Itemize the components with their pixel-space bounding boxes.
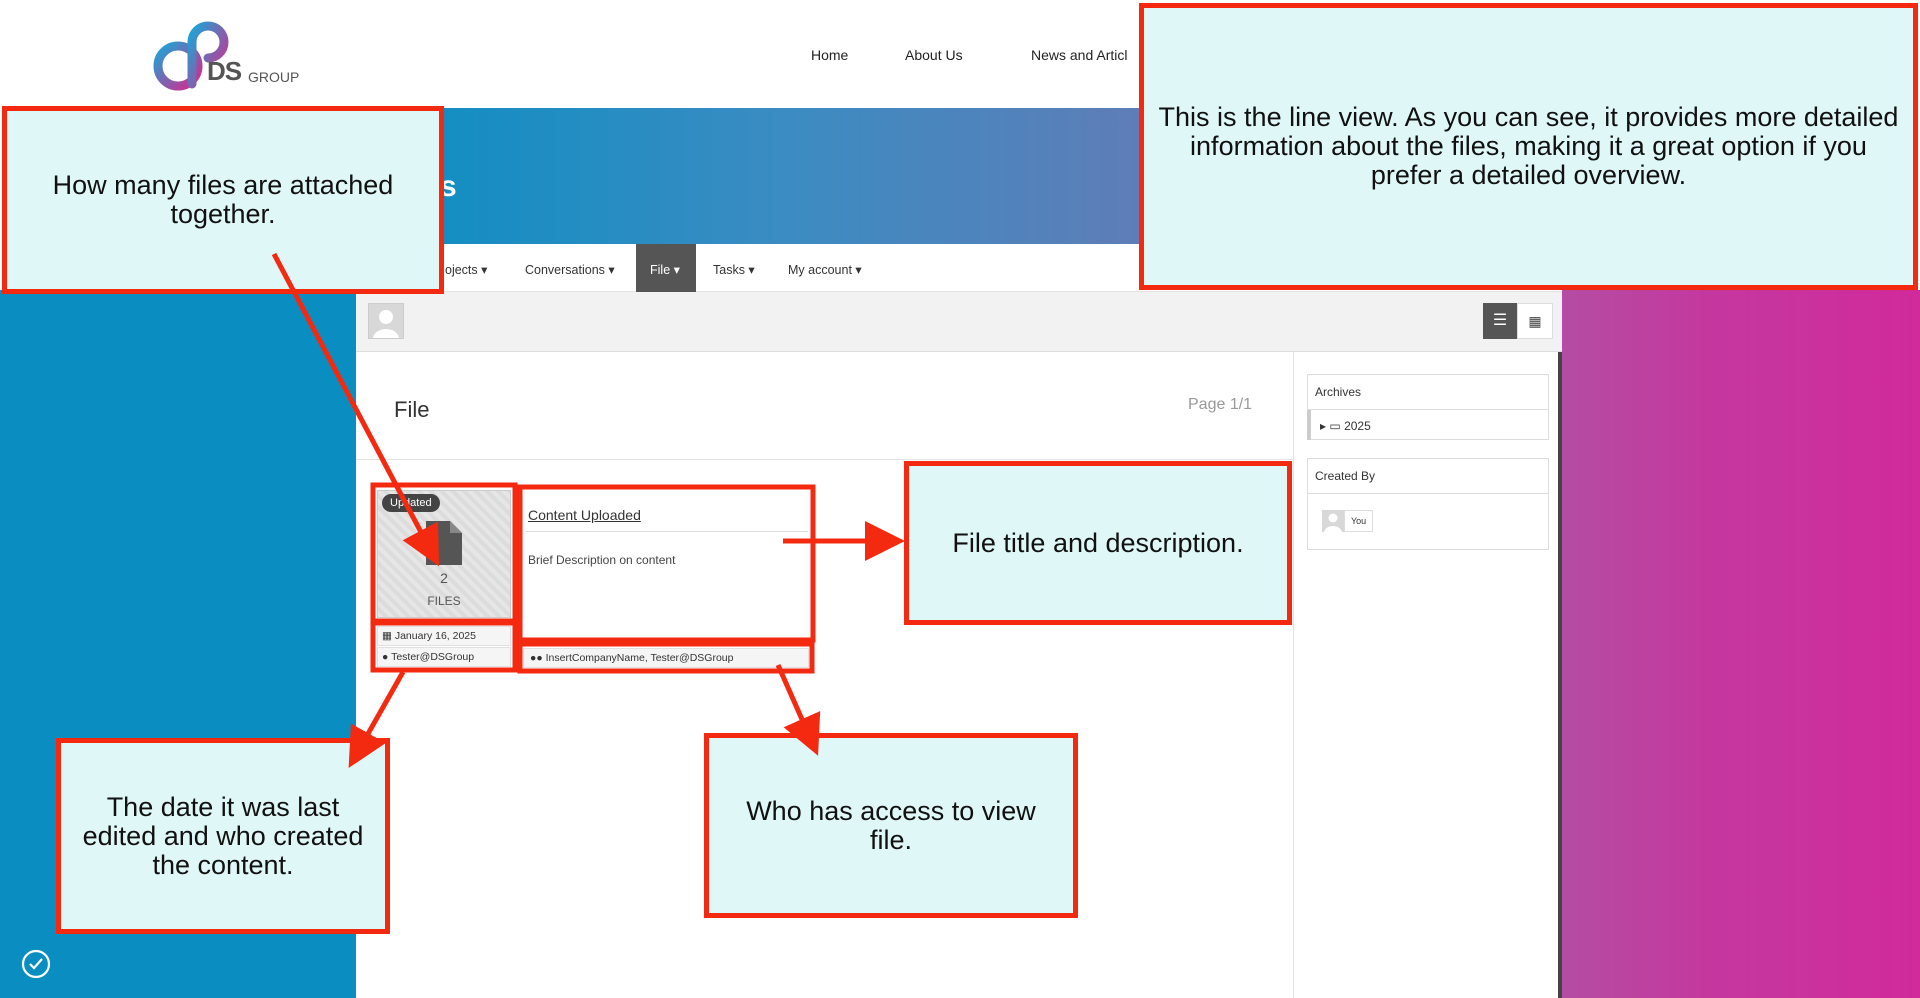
arrow-access bbox=[775, 663, 821, 756]
highlight-thumbnail bbox=[370, 482, 518, 624]
arrow-date bbox=[348, 670, 406, 769]
highlight-meta bbox=[370, 620, 518, 673]
highlight-title bbox=[517, 484, 816, 643]
annotation-overlay bbox=[271, 252, 905, 769]
arrow-files bbox=[271, 252, 440, 567]
accessibility-icon[interactable] bbox=[20, 948, 52, 980]
highlight-access bbox=[517, 641, 815, 674]
